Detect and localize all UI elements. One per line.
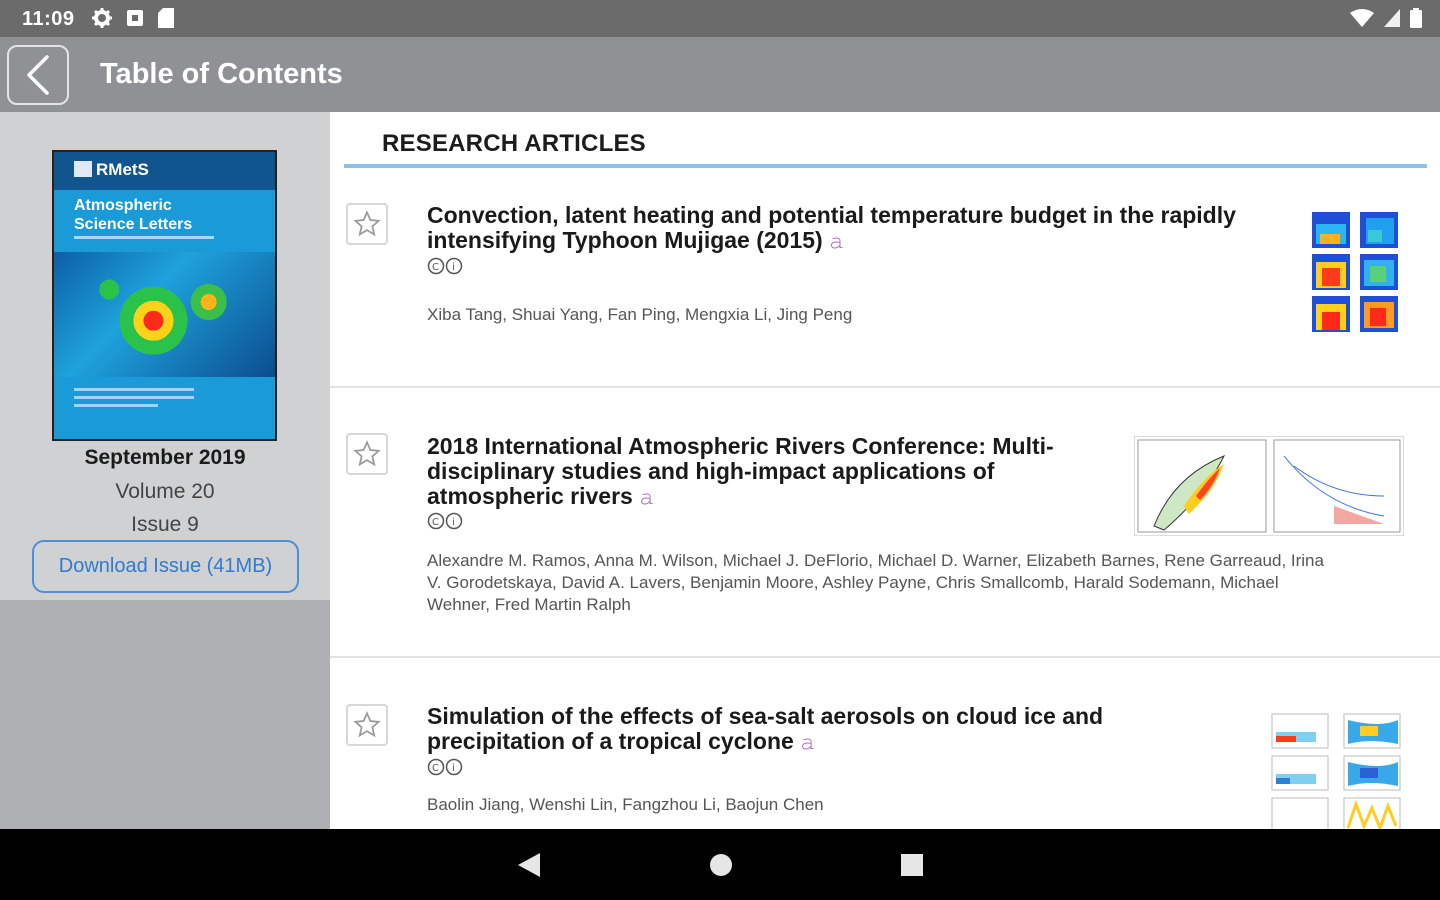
app-bar: Table of Contents — [0, 37, 1440, 112]
article-thumbnail[interactable] — [1134, 436, 1404, 536]
license-icons: Ci — [427, 257, 467, 280]
svg-text:i: i — [452, 763, 456, 774]
favorite-button[interactable] — [346, 704, 388, 746]
chevron-left-icon — [27, 55, 49, 95]
issue-sidebar: RMetS Atmospheric Science Letters Septem… — [0, 112, 330, 829]
cover-logo: RMetS — [74, 160, 149, 180]
article-authors: Baolin Jiang, Wenshi Lin, Fangzhou Li, B… — [427, 795, 824, 814]
status-bar: 11:09 — [0, 0, 1440, 37]
svg-text:C: C — [432, 517, 440, 528]
article-title[interactable]: Simulation of the effects of sea-salt ae… — [427, 704, 1103, 755]
system-nav-bar — [0, 829, 1440, 900]
article-item[interactable]: 2018 International Atmospheric Rivers Co… — [330, 388, 1440, 658]
article-item[interactable]: Simulation of the effects of sea-salt ae… — [330, 658, 1440, 829]
favorite-button[interactable] — [346, 433, 388, 475]
download-issue-button[interactable]: Download Issue (41MB) — [32, 540, 299, 593]
nav-home-icon[interactable] — [708, 851, 734, 879]
svg-text:i: i — [452, 262, 456, 273]
article-thumbnail[interactable] — [1306, 208, 1404, 342]
license-icons: Ci — [427, 512, 467, 535]
issue-info-panel: RMetS Atmospheric Science Letters Septem… — [0, 112, 330, 600]
license-icons: Ci — [427, 758, 467, 781]
svg-text:C: C — [432, 262, 440, 273]
open-access-lock-icon: 𝚊 — [800, 731, 816, 754]
page-title: Table of Contents — [100, 58, 343, 90]
battery-icon — [1410, 8, 1422, 28]
issue-volume: Volume 20 — [115, 480, 215, 503]
open-access-lock-icon: 𝚊 — [639, 486, 655, 509]
article-item[interactable]: Convection, latent heating and potential… — [330, 174, 1440, 388]
section-heading: RESEARCH ARTICLES — [382, 130, 646, 157]
issue-cover-image[interactable]: RMetS Atmospheric Science Letters — [52, 150, 277, 441]
favorite-button[interactable] — [346, 203, 388, 245]
creative-commons-icon: Ci — [427, 257, 463, 275]
nav-recents-icon[interactable] — [899, 851, 925, 879]
signal-icon — [1384, 9, 1400, 27]
open-access-lock-icon: 𝚊 — [829, 230, 844, 253]
wifi-icon — [1350, 9, 1374, 27]
gear-icon — [92, 8, 112, 28]
article-title[interactable]: 2018 International Atmospheric Rivers Co… — [427, 434, 1054, 510]
article-list[interactable]: RESEARCH ARTICLES Convection, latent hea… — [330, 112, 1440, 829]
star-icon — [353, 440, 381, 467]
sd-card-icon — [158, 8, 174, 28]
svg-text:i: i — [452, 517, 456, 528]
star-icon — [353, 711, 381, 738]
article-authors: Alexandre M. Ramos, Anna M. Wilson, Mich… — [427, 551, 1324, 614]
back-button[interactable] — [7, 45, 69, 105]
status-time: 11:09 — [22, 8, 75, 30]
nav-back-icon[interactable] — [516, 851, 542, 879]
notification-icon — [127, 10, 143, 26]
article-authors: Xiba Tang, Shuai Yang, Fan Ping, Mengxia… — [427, 305, 853, 324]
article-title[interactable]: Convection, latent heating and potential… — [427, 203, 1236, 254]
issue-date: September 2019 — [84, 446, 246, 469]
article-thumbnail[interactable] — [1260, 708, 1406, 829]
svg-text:C: C — [432, 763, 440, 774]
cover-typhoon-image — [54, 252, 275, 377]
creative-commons-icon: Ci — [427, 512, 463, 530]
cover-title: Atmospheric Science Letters — [74, 197, 193, 233]
issue-number: Issue 9 — [131, 513, 199, 536]
rmets-logo-icon — [74, 161, 92, 177]
section-divider — [344, 164, 1427, 168]
creative-commons-icon: Ci — [427, 758, 463, 776]
star-icon — [353, 210, 381, 237]
